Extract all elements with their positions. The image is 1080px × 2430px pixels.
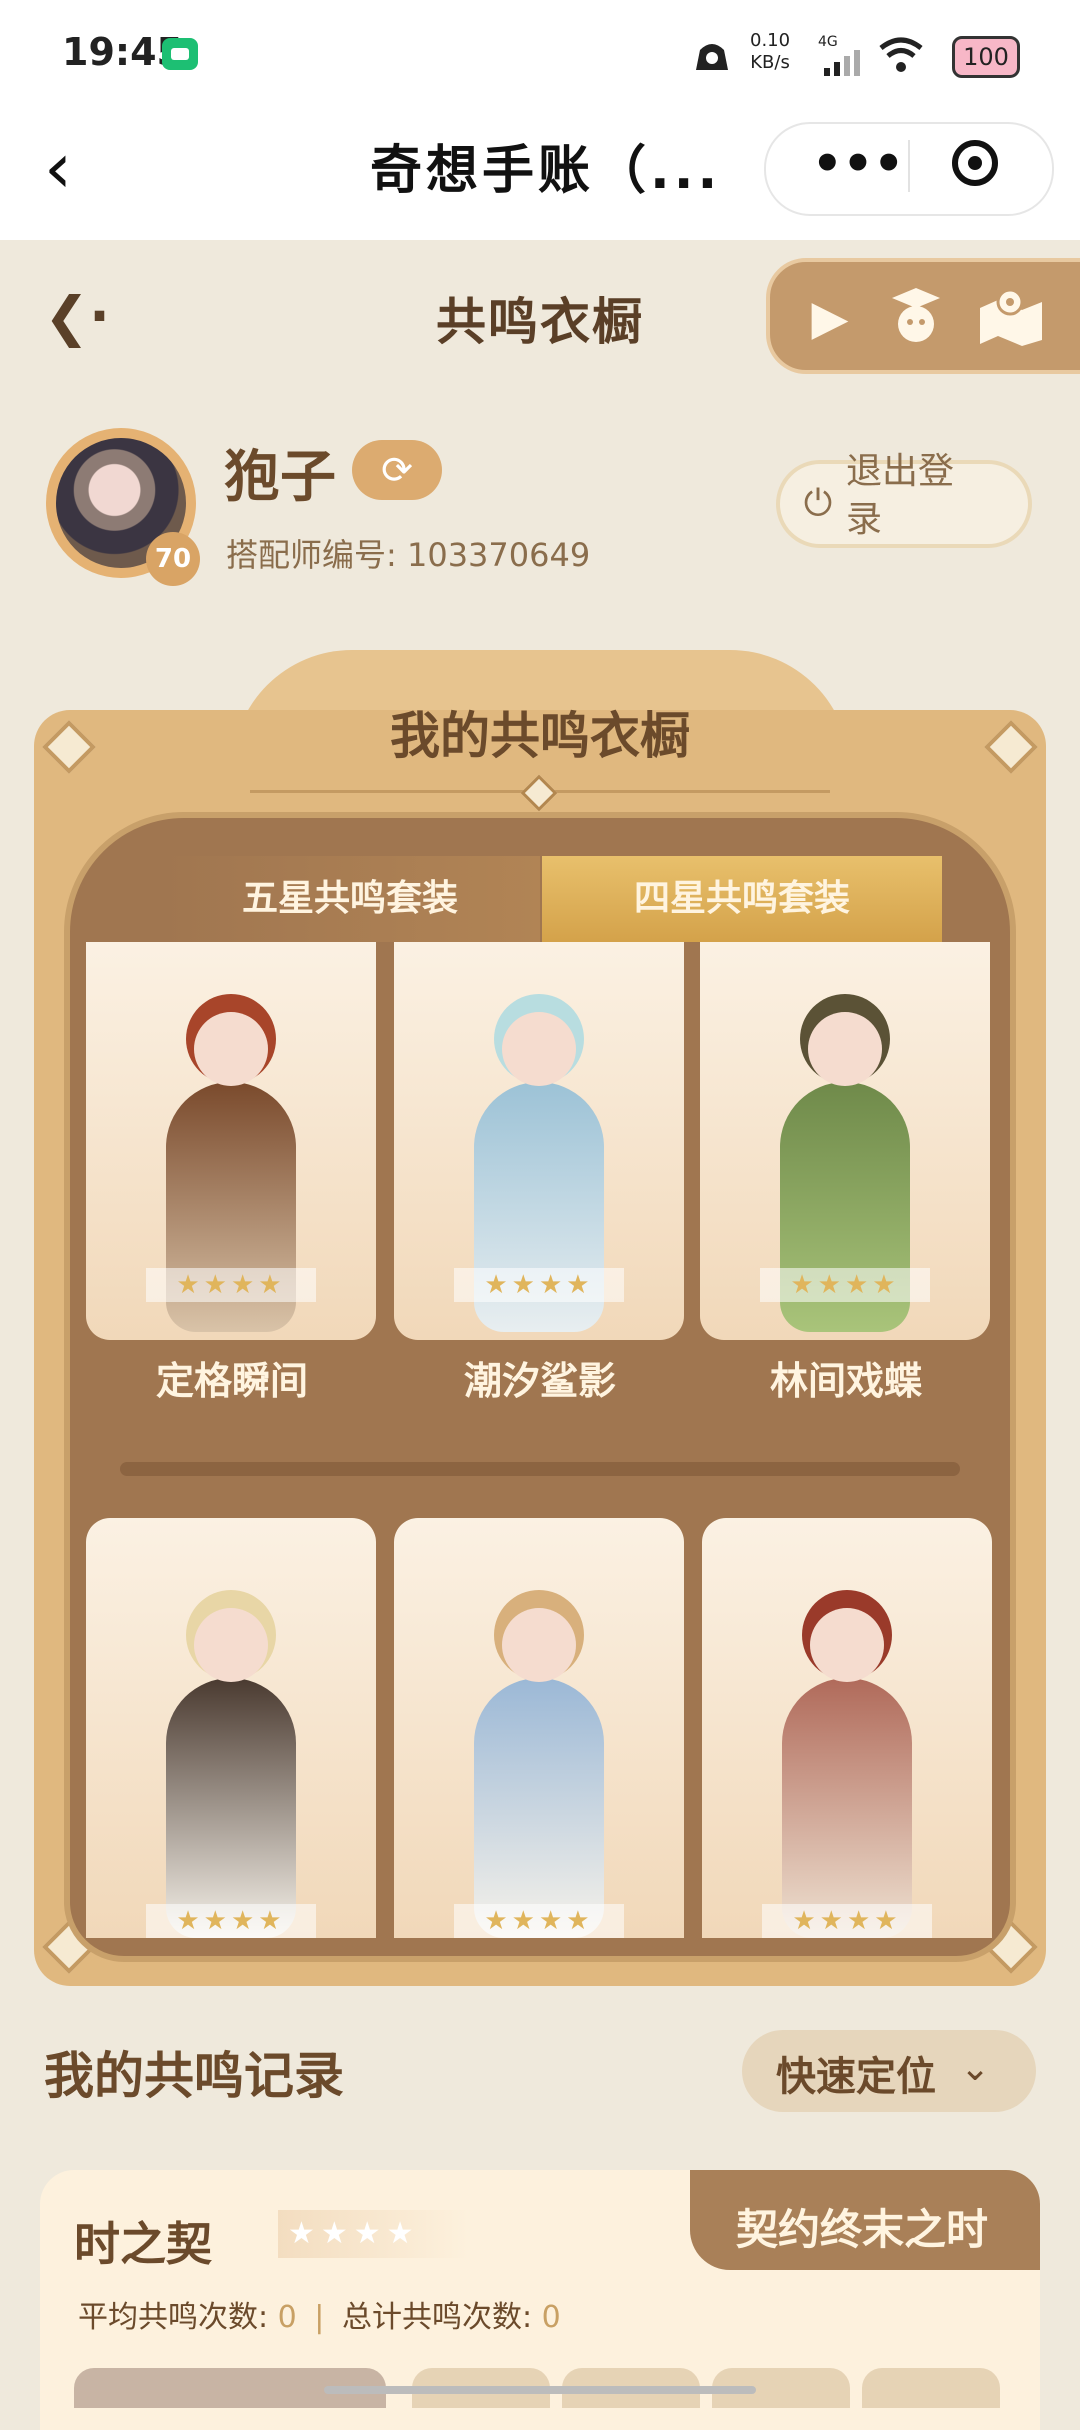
star-rating: ★★★★ — [760, 1268, 930, 1302]
capsule-divider — [908, 140, 910, 192]
avg-label: 平均共鸣次数: — [78, 2300, 269, 2335]
star-rating: ★★★★ — [146, 1268, 316, 1302]
alarm-icon — [696, 44, 728, 70]
outfit-head — [808, 1012, 882, 1086]
records-title: 我的共鸣记录 — [44, 2047, 344, 2105]
net-speed: 0.10 KB/s — [750, 30, 790, 74]
more-dots-icon[interactable]: ••• — [812, 136, 904, 192]
map-icon[interactable] — [976, 284, 1046, 348]
outfit-figure — [474, 1678, 604, 1938]
signal-icon — [824, 50, 860, 76]
outfit-card[interactable]: ★★★★ — [86, 1518, 376, 1938]
record-stats: 平均共鸣次数: 0 | 总计共鸣次数: 0 — [78, 2292, 561, 2336]
record-stars: ★★★★ — [278, 2210, 468, 2258]
total-value: 0 — [541, 2300, 561, 2335]
wardrobe-title: 我的共鸣衣橱 — [390, 707, 690, 765]
arrow-back-icon[interactable]: ❮· — [44, 285, 110, 348]
outfit-head — [502, 1012, 576, 1086]
page-header-title: 奇想手账（... — [370, 141, 722, 201]
star-rating: ★★★★ — [454, 1904, 624, 1938]
play-icon[interactable]: ▶ — [802, 290, 858, 346]
stylist-id: 搭配师编号: 103370649 — [226, 530, 590, 576]
outfit-head — [194, 1608, 268, 1682]
stylist-id-label: 搭配师编号: — [226, 536, 397, 574]
tab-four-star[interactable]: 四星共鸣套装 — [542, 856, 942, 942]
star-rating: ★★★★ — [454, 1268, 624, 1302]
stylist-id-value: 103370649 — [406, 536, 591, 574]
outfit-card[interactable]: ★★★★ — [702, 1518, 992, 1938]
avg-value: 0 — [277, 2300, 297, 2335]
chevron-left-icon[interactable]: ‹ — [44, 133, 72, 203]
outfit-card[interactable]: ★★★★ — [394, 1518, 684, 1938]
stats-separator: | — [314, 2300, 325, 2335]
signal-type: 4G — [818, 34, 838, 50]
power-icon: ⏻ — [803, 483, 833, 524]
outfit-name: 定格瞬间 — [155, 1359, 308, 1403]
level-badge: 70 — [146, 532, 200, 586]
outfit-card[interactable]: ★★★★ — [700, 942, 990, 1340]
net-speed-value: 0.10 — [750, 30, 791, 51]
outfit-head — [810, 1608, 884, 1682]
username: 狍子 — [224, 445, 336, 510]
record-tab-label: 契约终末之时 — [735, 2205, 988, 2254]
total-label: 总计共鸣次数: — [341, 2300, 533, 2335]
outfit-figure — [166, 1678, 296, 1938]
switch-account-icon[interactable]: ⟳ — [352, 440, 442, 500]
home-indicator[interactable] — [324, 2386, 756, 2394]
wifi-icon — [879, 37, 923, 72]
notification-app-icon — [162, 38, 198, 70]
outfit-name: 潮汐鲨影 — [463, 1359, 616, 1403]
record-name: 时之契 — [74, 2217, 212, 2271]
outfit-name: 林间戏蝶 — [769, 1359, 922, 1403]
chevron-down-icon: ⌄ — [960, 2048, 991, 2089]
star-rating: ★★★★ — [146, 1904, 316, 1938]
shelf-divider — [120, 1462, 960, 1476]
logout-label: 退出登录 — [846, 451, 955, 540]
outfit-card[interactable]: ★★★★ — [86, 942, 376, 1340]
mascot-icon[interactable] — [884, 284, 948, 348]
battery-indicator: 100 — [952, 36, 1020, 78]
net-speed-unit: KB/s — [750, 52, 790, 73]
tab-five-star[interactable]: 五星共鸣套装 — [160, 856, 540, 942]
outfit-head — [194, 1012, 268, 1086]
record-thumbnail[interactable] — [862, 2368, 1000, 2408]
target-icon[interactable] — [952, 140, 998, 186]
quick-locate-label: 快速定位 — [776, 2054, 936, 2100]
star-rating: ★★★★ — [762, 1904, 932, 1938]
outfit-head — [502, 1608, 576, 1682]
outfit-figure — [782, 1678, 912, 1938]
outfit-card[interactable]: ★★★★ — [394, 942, 684, 1340]
page-title: 共鸣衣橱 — [436, 293, 644, 351]
